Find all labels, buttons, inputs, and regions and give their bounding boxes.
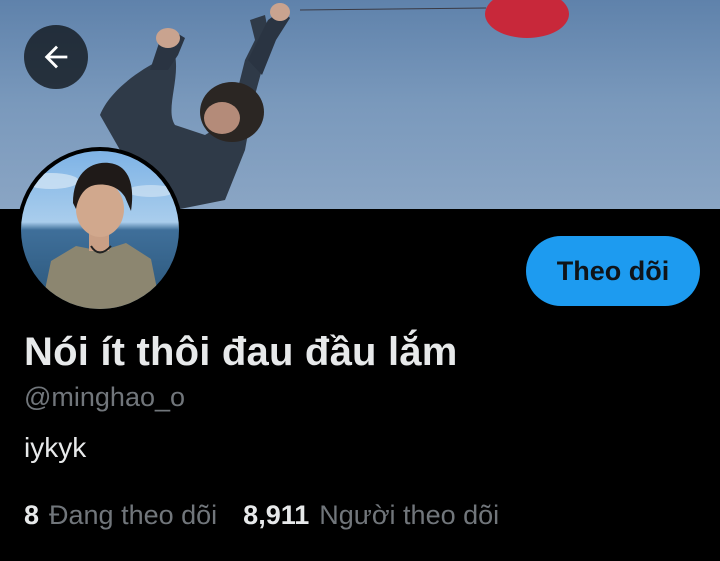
- following-link[interactable]: 8 Đang theo dõi: [24, 500, 217, 531]
- profile-stats: 8 Đang theo dõi 8,911 Người theo dõi: [24, 500, 499, 531]
- following-label: Đang theo dõi: [49, 500, 218, 530]
- display-name: Nói ít thôi đau đầu lắm: [24, 330, 458, 374]
- followers-count: 8,911: [243, 500, 310, 530]
- followers-link[interactable]: 8,911 Người theo dõi: [243, 500, 499, 531]
- profile-page: Theo dõi Nói ít thôi đau đầu lắm @mingha…: [0, 0, 720, 561]
- follow-button[interactable]: Theo dõi: [526, 236, 700, 306]
- followers-label: Người theo dõi: [319, 500, 500, 530]
- arrow-left-icon: [44, 45, 68, 69]
- following-count: 8: [24, 500, 40, 530]
- avatar[interactable]: [17, 147, 183, 313]
- profile-bio: iykyk: [24, 432, 87, 463]
- user-handle: @minghao_o: [24, 382, 186, 412]
- avatar-image: [21, 151, 179, 309]
- back-button[interactable]: [24, 25, 88, 89]
